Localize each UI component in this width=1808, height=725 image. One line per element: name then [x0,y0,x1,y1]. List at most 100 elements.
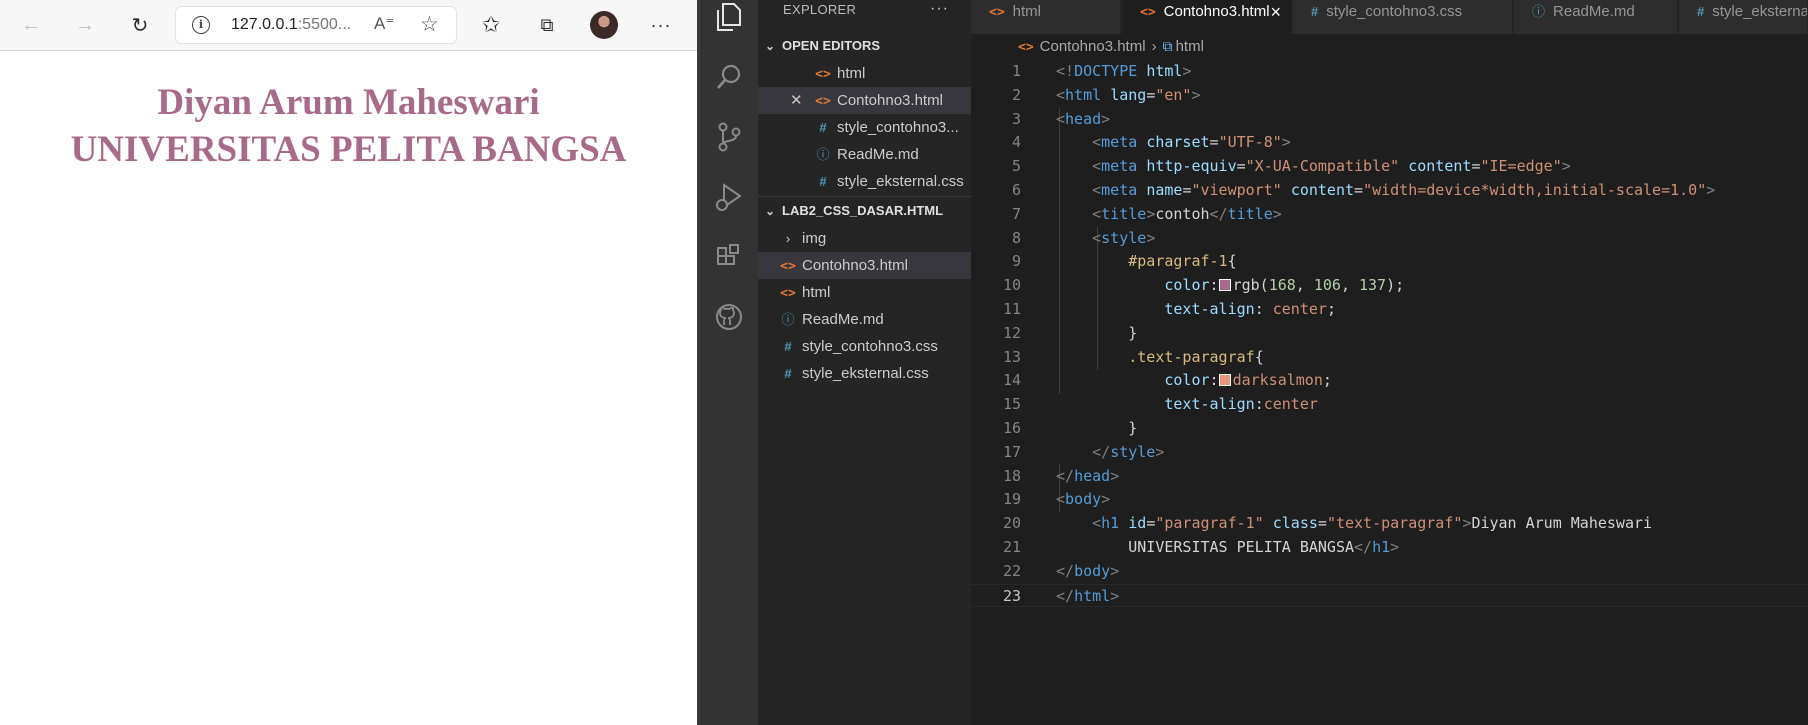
code-line: 21 UNIVERSITAS PELITA BANGSA</h1> [1002,538,1400,556]
address-bar[interactable]: i 127.0.0.1:5500... A⁼ ☆ [176,7,456,43]
heading-line-1: Diyan Arum Maheswari [157,82,540,123]
code-line: 6 <meta name="viewport" content="width=d… [1011,181,1716,199]
chevron-right-icon: › [785,231,791,246]
github-icon[interactable] [714,302,744,332]
open-editor-item[interactable]: <> html [758,60,971,87]
code-line: 5 <meta http-equiv="X-UA-Compatible" con… [1011,157,1571,176]
folder-item-img[interactable]: › img [758,225,971,252]
open-editor-item[interactable]: ✕ <> Contohno3.html [758,87,971,114]
html-icon: <> [780,286,796,301]
folder-item[interactable]: <> Contohno3.html [758,252,971,279]
code-line: 18 </head> [1002,466,1120,485]
read-aloud-icon[interactable]: A⁼ [374,14,394,34]
tab-style-eksternal[interactable]: #style_eksternal.css [1679,0,1808,34]
code-line: 9 #paragraf-1{ [1011,252,1237,271]
refresh-icon[interactable]: ↻ [125,10,155,40]
activity-bar [700,0,758,725]
folder-item[interactable]: # style_contohno3.css [758,333,971,360]
add-favorite-icon[interactable]: ☆ [420,12,439,37]
code-line: 4 <meta charset="UTF-8"> [1011,133,1291,152]
open-editor-item[interactable]: # style_eksternal.css [758,168,971,195]
code-line: 17 </style> [1002,442,1165,461]
code-editor: <> html <> Contohno3.html × # style_contohno… [971,0,1808,725]
html-icon: <> [815,94,831,109]
chevron-down-icon: ⌄ [764,39,776,53]
tab-style-contohno3[interactable]: # style_contohno3.css [1293,0,1513,34]
explorer-title: EXPLORER [783,2,857,17]
html-icon: <> [989,5,1005,20]
open-editor-item[interactable]: ⓘ ReadMe.md [758,141,971,168]
folder-item[interactable]: <> html [758,279,971,306]
more-icon[interactable]: ··· [646,10,676,40]
current-line: 23 </html> [971,583,1808,608]
code-line: 7 <title>contoh</title> [1011,204,1282,223]
code-line: 16 } [1002,419,1138,437]
breadcrumb-symbol[interactable]: html [1176,38,1204,55]
favorites-icon[interactable]: ✩ [476,10,506,40]
close-icon[interactable]: ✕ [790,87,803,114]
css-icon: # [1697,4,1705,19]
code-line: 8 <style> [1011,228,1156,247]
site-info-icon[interactable]: i [192,16,210,34]
html-icon: <> [1140,5,1156,20]
css-icon: # [784,339,792,354]
search-icon[interactable] [714,62,744,92]
open-editors-header[interactable]: ⌄ OPEN EDITORS [758,33,971,59]
css-icon: # [819,174,827,189]
code-line: 2 <html lang="en"> [1011,85,1201,104]
explorer-sidebar: EXPLORER ··· ⌄ OPEN EDITORS <> html ✕ <> Con… [758,0,971,725]
code-line: 1 <!DOCTYPE html> [1011,62,1192,80]
collections-icon[interactable]: ⧉ [532,10,562,40]
browser-toolbar: ← → ↻ i 127.0.0.1:5500... A⁼ ☆ ✩ ⧉ ··· [0,0,697,51]
close-icon[interactable]: × [1270,0,1281,24]
html-icon: <> [1018,40,1034,55]
avatar[interactable] [590,11,618,39]
info-icon: ⓘ [781,312,795,327]
source-control-icon[interactable] [714,122,744,152]
code-line: 3 <head> [1011,109,1111,128]
more-actions-icon[interactable]: ··· [930,0,949,18]
page-heading: Diyan Arum Maheswari UNIVERSITAS PELITA … [0,79,697,173]
info-icon: ⓘ [1532,4,1546,19]
html-icon: <> [780,259,796,274]
info-icon: ⓘ [816,147,830,162]
section-divider [758,196,971,197]
tab-readme[interactable]: ⓘ ReadMe.md [1514,0,1678,34]
open-editor-item[interactable]: # style_contohno3... [758,114,971,141]
editor-tabs: <> html <> Contohno3.html × # style_contohno… [971,0,1808,34]
symbol-icon: ⧉ [1162,38,1173,54]
chevron-down-icon: ⌄ [764,204,776,218]
color-swatch[interactable] [1218,374,1231,387]
code-line: 10 color: rgb(168, 106, 137); [1002,276,1405,295]
back-icon[interactable]: ← [16,10,46,40]
breadcrumb: <> Contohno3.html › ⧉ html [1018,34,1204,58]
url-text: 127.0.0.1:5500... [231,16,352,33]
folder-item[interactable]: # style_eksternal.css [758,360,971,387]
code-line: 19 <body> [1002,490,1111,509]
heading-line-2: UNIVERSITAS PELITA BANGSA [70,129,627,170]
tab-contohno3[interactable]: <> Contohno3.html × [1122,0,1292,34]
css-icon: # [784,366,792,381]
code-line: 14 color: darksalmon; [1002,371,1332,390]
forward-icon[interactable]: → [70,10,100,40]
folder-item[interactable]: ⓘ ReadMe.md [758,306,971,333]
extensions-icon[interactable] [714,242,744,272]
run-debug-icon[interactable] [714,182,744,212]
code-line: 11 text-align: center; [1002,300,1336,318]
breadcrumb-file[interactable]: Contohno3.html [1040,38,1146,55]
css-icon: # [819,120,827,135]
code-line: 22 </body> [1002,561,1120,580]
page-content: Diyan Arum Maheswari UNIVERSITAS PELITA … [0,51,697,725]
explorer-files-icon[interactable] [714,2,744,32]
code-line: 12 } [1002,323,1138,342]
css-icon: # [1311,4,1319,19]
chevron-right-icon: › [1151,38,1157,55]
code-line: 13 .text-paragraf{ [1002,347,1264,366]
html-icon: <> [815,67,831,82]
code-line: 20 <h1 id="paragraf-1" class="text-parag… [1002,514,1653,533]
browser-window: ← → ↻ i 127.0.0.1:5500... A⁼ ☆ ✩ ⧉ ··· D… [0,0,697,725]
tab-html[interactable]: <> html [971,0,1121,34]
color-swatch[interactable] [1218,279,1231,292]
code-line: 15 text-align:center [1002,395,1318,414]
folder-header[interactable]: ⌄ LAB2_CSS_DASAR.HTML [758,198,971,224]
